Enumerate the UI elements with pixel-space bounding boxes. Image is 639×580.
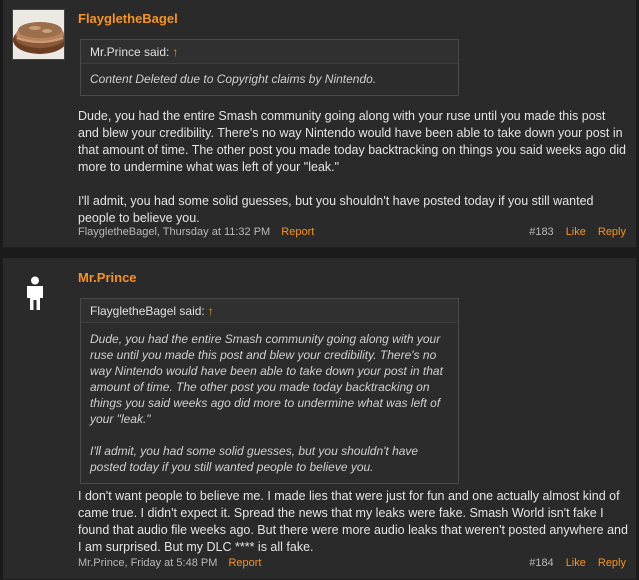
post-author-time[interactable]: Mr.Prince, Friday at 5:48 PM <box>78 557 217 569</box>
quote-header: FlaygletheBagel said: ↑ <box>81 299 458 323</box>
quote-block: Mr.Prince said: ↑ Content Deleted due to … <box>80 39 459 96</box>
jump-to-quote-arrow-icon[interactable]: ↑ <box>208 304 214 318</box>
post-author-time[interactable]: FlaygletheBagel, Thursday at 11:32 PM <box>78 226 270 238</box>
quote-body: Dude, you had the entire Smash community… <box>81 323 458 483</box>
post-username[interactable]: FlaygletheBagel <box>78 11 178 26</box>
message-paragraph: I'll admit, you had some solid guesses, … <box>78 194 594 225</box>
post-number[interactable]: #184 <box>529 557 553 569</box>
user-avatar[interactable] <box>12 9 65 60</box>
post-message: Dude, you had the entire Smash community… <box>78 108 628 227</box>
quote-text: Dude, you had the entire Smash community… <box>90 332 443 426</box>
message-paragraph: Dude, you had the entire Smash community… <box>78 109 627 174</box>
message-paragraph: I don't want people to believe me. I mad… <box>78 489 628 554</box>
post-number[interactable]: #183 <box>529 226 553 238</box>
reply-link[interactable]: Reply <box>598 557 626 569</box>
quote-text: Content Deleted due to Copyright claims … <box>90 72 377 86</box>
report-link[interactable]: Report <box>228 557 261 569</box>
report-link[interactable]: Report <box>281 226 314 238</box>
like-link[interactable]: Like <box>566 226 586 238</box>
jump-to-quote-arrow-icon[interactable]: ↑ <box>172 45 178 59</box>
default-person-icon <box>27 276 43 310</box>
quote-block: FlaygletheBagel said: ↑ Dude, you had the… <box>80 298 459 484</box>
quote-header: Mr.Prince said: ↑ <box>81 40 458 64</box>
post-meta: FlaygletheBagel, Thursday at 11:32 PM Re… <box>78 226 626 240</box>
bagel-sandwich-icon <box>13 10 64 59</box>
reply-link[interactable]: Reply <box>598 226 626 238</box>
post-meta: Mr.Prince, Friday at 5:48 PM Report #184… <box>78 557 626 571</box>
like-link[interactable]: Like <box>566 557 586 569</box>
quote-text: I'll admit, you had some solid guesses, … <box>90 444 419 474</box>
post-message: I don't want people to believe me. I mad… <box>78 488 628 556</box>
quote-body: Content Deleted due to Copyright claims … <box>81 64 458 95</box>
post-184: Mr.Prince FlaygletheBagel said: ↑ Dude, y… <box>3 258 636 580</box>
quote-author[interactable]: Mr.Prince said: <box>90 45 169 59</box>
post-183: FlaygletheBagel Mr.Prince said: ↑ Content… <box>3 0 636 248</box>
quote-author[interactable]: FlaygletheBagel said: <box>90 304 205 318</box>
post-username[interactable]: Mr.Prince <box>78 270 137 285</box>
user-avatar[interactable] <box>17 276 53 316</box>
